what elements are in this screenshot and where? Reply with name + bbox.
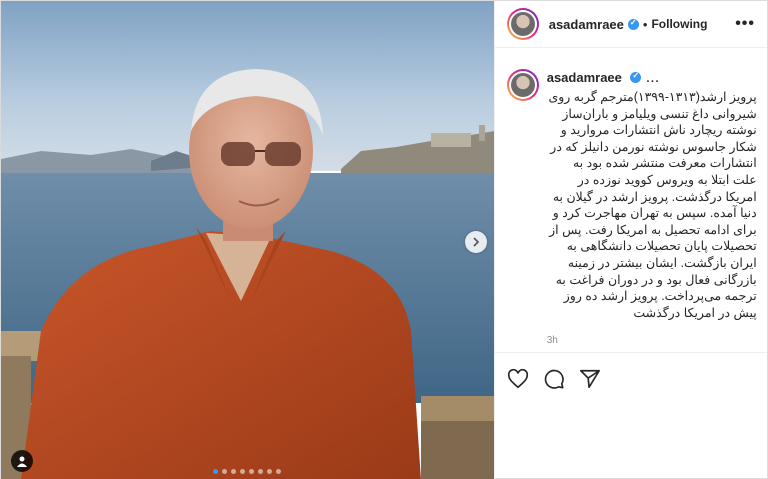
carousel-dot	[231, 469, 237, 474]
caption-username[interactable]: asadamraee	[547, 70, 622, 85]
next-slide-button[interactable]	[465, 231, 487, 253]
caption-ellipsis: ...	[645, 69, 660, 86]
chevron-right-icon	[473, 237, 480, 247]
more-icon[interactable]: •••	[735, 15, 755, 33]
carousel-dot	[240, 469, 246, 474]
divider	[494, 352, 767, 353]
carousel-dot	[267, 469, 273, 474]
comment-icon[interactable]	[543, 368, 565, 390]
instagram-post: asadamraee • Following ••• asadamraee ..…	[0, 0, 768, 479]
caption-avatar[interactable]	[506, 69, 539, 101]
carousel-dot	[249, 469, 255, 474]
action-bar	[507, 368, 601, 390]
post-time[interactable]: 3h	[547, 335, 757, 346]
post-photo	[1, 1, 494, 479]
carousel-dot	[222, 469, 228, 474]
following-button[interactable]: Following	[651, 17, 707, 31]
post-header: asadamraee • Following •••	[494, 1, 767, 48]
verified-icon	[627, 18, 639, 30]
carousel-dot	[258, 469, 264, 474]
post-media[interactable]	[1, 1, 494, 479]
dot-separator: •	[642, 16, 648, 32]
post-caption: asadamraee ... پرویز ارشد(۱۳۱۳-۱۳۹۹)مترج…	[506, 69, 757, 346]
avatar[interactable]	[506, 8, 539, 40]
caption-text: پرویز ارشد(۱۳۱۳-۱۳۹۹)مترجم گربه روی شیرو…	[548, 90, 757, 320]
carousel-indicator	[1, 469, 494, 474]
tag-user-icon	[17, 456, 27, 467]
share-icon[interactable]	[579, 368, 601, 390]
heart-icon[interactable]	[507, 368, 529, 390]
carousel-dot	[213, 469, 219, 474]
post-sidebar: asadamraee • Following ••• asadamraee ..…	[493, 1, 767, 479]
header-username[interactable]: asadamraee	[549, 17, 624, 32]
carousel-dot	[276, 469, 282, 474]
verified-icon	[630, 71, 642, 84]
